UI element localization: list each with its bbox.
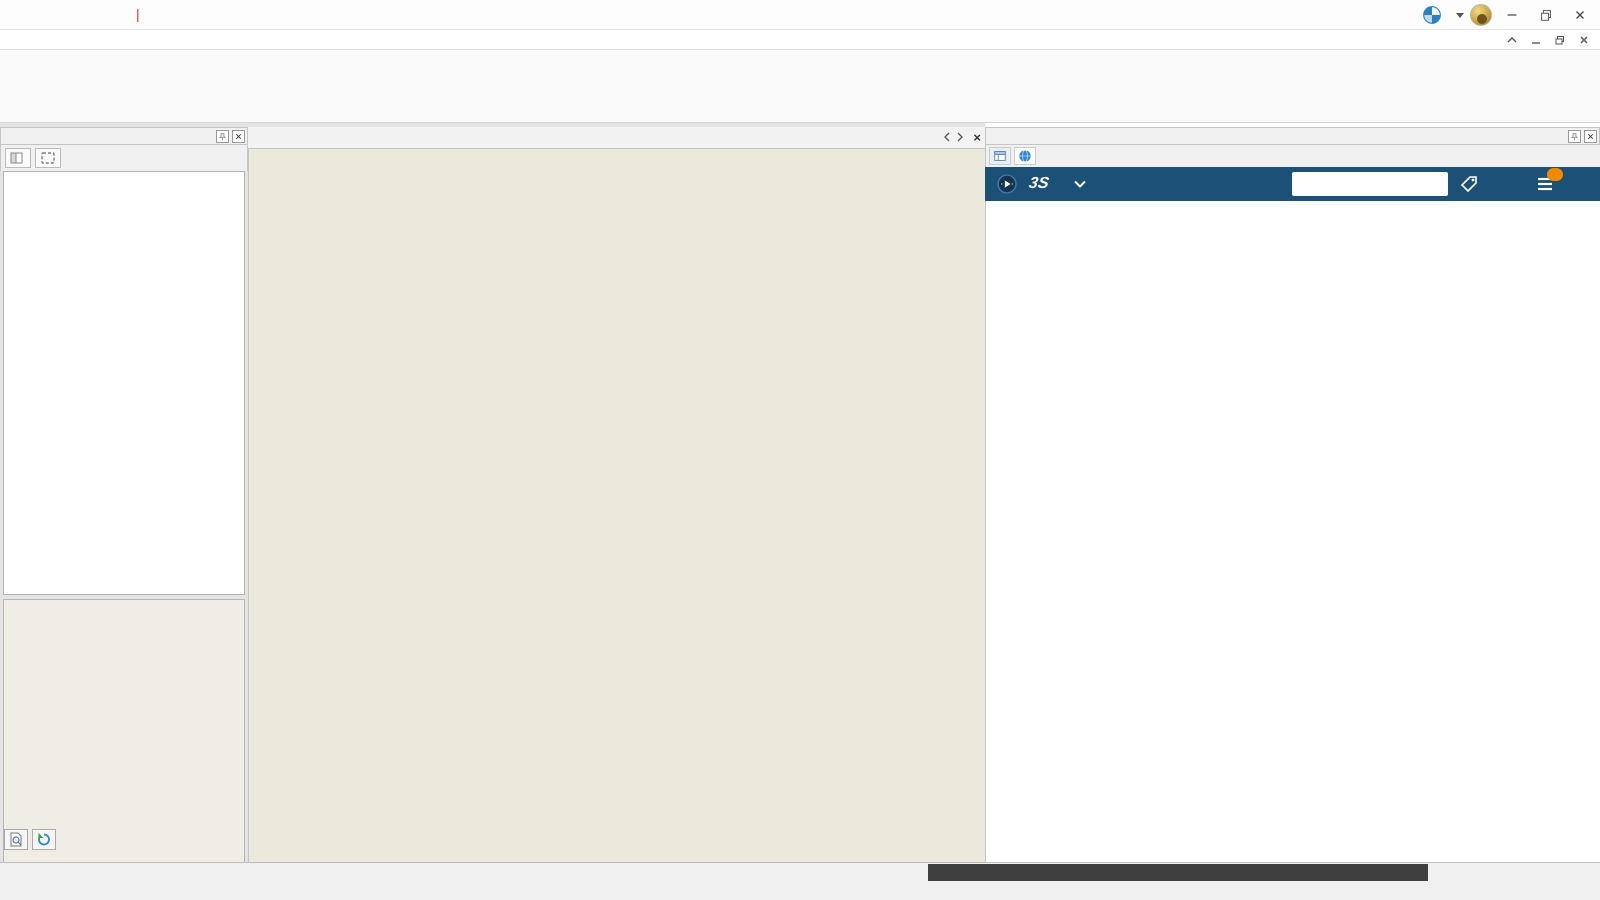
collapse-ribbon-icon[interactable] — [1504, 32, 1520, 48]
notification-badge — [1547, 168, 1563, 181]
menu-bar — [0, 30, 1600, 50]
relations-graph[interactable] — [985, 201, 1600, 862]
enovia-toolbar: 3S — [985, 167, 1600, 201]
dx-tab-strip — [985, 145, 1600, 167]
tab-scroll-right-icon[interactable] — [956, 132, 964, 144]
application-window: | × 3S — [0, 0, 1600, 900]
schematic-canvas[interactable] — [248, 149, 985, 862]
user-avatar[interactable] — [1470, 4, 1492, 26]
tag-icon[interactable] — [1457, 172, 1481, 196]
3ds-logo-icon: 3S — [1027, 175, 1051, 192]
page-preview-thumbnail[interactable] — [3, 599, 245, 900]
pages-panel-header — [0, 127, 248, 145]
schematic-editor: × — [248, 123, 985, 862]
compass-icon[interactable] — [995, 172, 1019, 196]
minimize-button[interactable] — [1498, 3, 1526, 27]
dx-table-tab-icon[interactable] — [989, 147, 1011, 165]
pages-pin-icon[interactable] — [216, 130, 229, 143]
doc-restore-icon[interactable] — [1552, 32, 1568, 48]
pages-close-icon[interactable] — [232, 130, 245, 143]
workspace: × 3S — [0, 123, 1600, 900]
3dexperience-compass-icon[interactable] — [1420, 3, 1444, 27]
status-bar — [0, 862, 1600, 900]
3dexperience-panel: 3S — [985, 123, 1600, 862]
dx-pin-icon[interactable] — [1568, 130, 1581, 143]
tab-close-icon[interactable]: × — [973, 130, 981, 145]
tab-navigation: × — [943, 130, 981, 145]
pages-tree — [3, 171, 245, 595]
cursor-coordinates — [928, 864, 1428, 881]
search-box — [1292, 172, 1463, 196]
book-view-icon[interactable] — [35, 148, 61, 168]
account-dropdown-icon[interactable] — [1456, 12, 1464, 18]
doc-close-icon[interactable] — [1576, 32, 1592, 48]
page-view-icon[interactable] — [5, 148, 31, 168]
tab-scroll-left-icon[interactable] — [943, 132, 951, 144]
pages-toolbar — [0, 145, 248, 171]
document-tab-bar — [248, 127, 985, 149]
doc-minimize-icon[interactable] — [1528, 32, 1544, 48]
3dexperience-panel-header — [985, 127, 1600, 145]
brand-divider: | — [136, 6, 140, 22]
menu-icon[interactable] — [1533, 168, 1563, 196]
refresh-icon[interactable] — [32, 829, 56, 850]
ribbon — [0, 50, 1600, 123]
preview-toggle-icon[interactable] — [4, 829, 28, 850]
relations-view-dropdown[interactable] — [1069, 180, 1086, 188]
pages-bottom-toolbar — [4, 829, 56, 850]
dx-web-tab-icon[interactable] — [1014, 147, 1036, 165]
ribbon-window-controls — [1504, 32, 1592, 48]
dx-close-icon[interactable] — [1584, 130, 1597, 143]
title-bar: | — [0, 0, 1600, 30]
restore-button[interactable] — [1532, 3, 1560, 27]
close-button[interactable] — [1566, 3, 1594, 27]
search-input[interactable] — [1292, 177, 1463, 191]
